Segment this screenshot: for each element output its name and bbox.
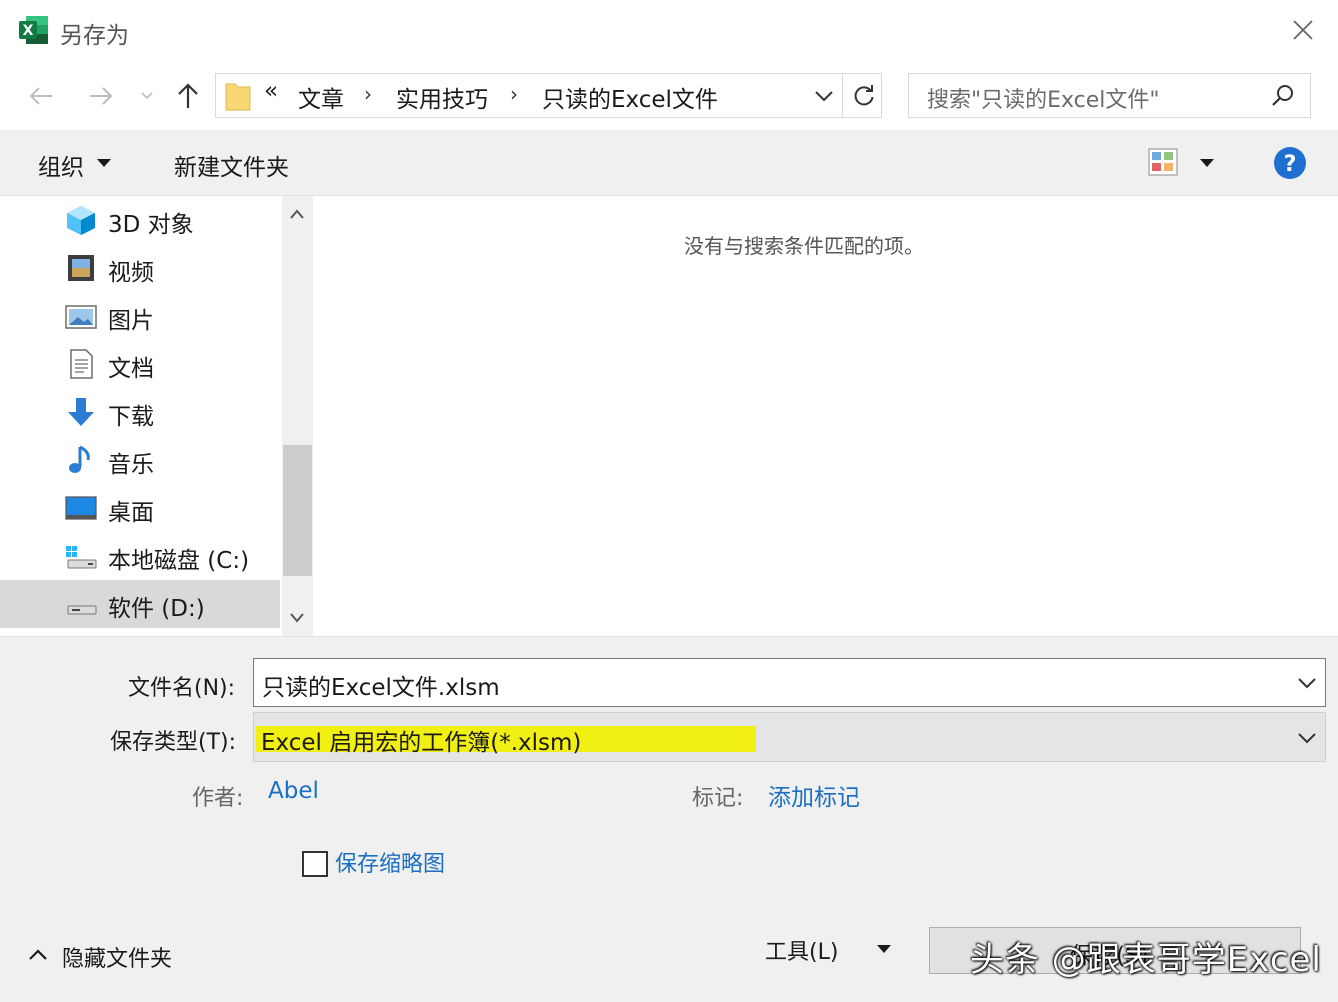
watermark-text: 头条 @跟表哥学Excel	[970, 940, 1322, 980]
nav-item-downloads[interactable]: 下载	[0, 388, 280, 436]
arrow-right-icon	[90, 87, 113, 105]
nav-item-label: 3D 对象	[108, 212, 194, 238]
nav-item-local-disk-c[interactable]: 本地磁盘 (C:)	[0, 532, 280, 580]
chevron-down-icon[interactable]	[1297, 731, 1317, 745]
save-thumbnail-label[interactable]: 保存缩略图	[335, 846, 445, 878]
tags-label: 标记:	[692, 786, 744, 811]
filetype-value: Excel 启用宏的工作簿(*.xlsm)	[261, 730, 582, 756]
chevron-down-icon	[141, 92, 153, 100]
filename-value: 只读的Excel文件.xlsm	[262, 675, 500, 701]
chevron-up-icon	[29, 949, 47, 960]
nav-item-documents[interactable]: 文档	[0, 340, 280, 388]
refresh-icon[interactable]	[852, 83, 876, 109]
chevron-down-icon[interactable]	[814, 89, 834, 103]
recent-locations-button[interactable]	[136, 84, 158, 108]
nav-item-videos[interactable]: 视频	[0, 244, 280, 292]
up-button[interactable]	[172, 78, 204, 114]
search-icon[interactable]	[1271, 84, 1295, 108]
scrollbar-thumb[interactable]	[283, 445, 312, 576]
filetype-label: 保存类型(T):	[110, 730, 237, 755]
window-title: 另存为	[60, 23, 129, 49]
title-bar	[0, 0, 1338, 62]
hide-folders-button[interactable]: 隐藏文件夹	[24, 936, 204, 976]
add-tags-link[interactable]: 添加标记	[768, 778, 860, 812]
search-placeholder: 搜索"只读的Excel文件"	[927, 88, 1160, 113]
svg-text:?: ?	[1284, 152, 1297, 177]
nav-item-label: 视频	[108, 260, 154, 286]
caret-down-icon	[877, 945, 891, 953]
view-options-icon[interactable]	[1148, 148, 1178, 176]
filename-field[interactable]: 只读的Excel文件.xlsm	[253, 658, 1326, 707]
breadcrumb-item[interactable]: 实用技巧	[396, 80, 488, 114]
excel-app-icon: X	[18, 14, 50, 46]
nav-item-drive-d[interactable]: 软件 (D:)	[0, 580, 280, 628]
documents-icon	[70, 349, 93, 379]
help-icon[interactable]: ?	[1273, 146, 1307, 180]
chevron-down-icon[interactable]	[289, 612, 305, 624]
3d-objects-icon	[67, 206, 95, 235]
nav-item-label: 图片	[108, 308, 154, 334]
nav-item-label: 本地磁盘 (C:)	[108, 548, 250, 574]
local-disk-icon	[66, 546, 97, 569]
save-thumbnail-checkbox[interactable]	[302, 851, 328, 877]
new-folder-button[interactable]: 新建文件夹	[174, 148, 289, 182]
nav-item-pictures[interactable]: 图片	[0, 292, 280, 340]
tools-label: 工具(L)	[765, 940, 839, 965]
caret-down-icon[interactable]	[1199, 158, 1215, 168]
organize-button[interactable]: 组织	[38, 148, 84, 182]
nav-item-desktop[interactable]: 桌面	[0, 484, 280, 532]
author-value[interactable]: Abel	[268, 778, 319, 804]
back-button[interactable]	[24, 80, 58, 112]
divider	[842, 74, 843, 117]
search-input[interactable]: 搜索"只读的Excel文件"	[908, 73, 1311, 118]
empty-results-message: 没有与搜索条件匹配的项。	[684, 234, 924, 258]
download-icon	[68, 398, 94, 426]
file-list-area[interactable]	[314, 196, 1338, 636]
svg-text:X: X	[23, 23, 34, 39]
drive-icon	[67, 605, 97, 615]
arrow-left-icon	[29, 87, 52, 105]
video-icon	[68, 255, 94, 281]
author-label: 作者:	[192, 786, 244, 811]
filename-label: 文件名(N):	[128, 676, 236, 701]
nav-item-label: 音乐	[108, 452, 154, 478]
breadcrumb-overflow[interactable]: «	[264, 78, 278, 104]
hide-folders-label: 隐藏文件夹	[62, 947, 173, 972]
close-button[interactable]	[1280, 10, 1326, 50]
close-icon	[1293, 20, 1313, 40]
chevron-down-icon[interactable]	[1297, 676, 1317, 690]
caret-down-icon[interactable]	[96, 158, 112, 168]
music-icon	[69, 445, 90, 473]
pictures-icon	[65, 305, 97, 329]
nav-item-label: 文档	[108, 356, 154, 382]
desktop-icon	[65, 496, 97, 520]
address-bar[interactable]: « 文章 › 实用技巧 › 只读的Excel文件	[215, 73, 882, 118]
arrow-up-icon	[178, 83, 198, 108]
tools-button[interactable]: 工具(L)	[755, 930, 915, 970]
navigation-pane: 3D 对象 视频 图片 文档 下载 音乐 桌面 本地磁盘 (C:) 软件 (D:…	[0, 196, 314, 636]
nav-item-3d-objects[interactable]: 3D 对象	[0, 196, 280, 244]
chevron-right-icon[interactable]: ›	[510, 82, 518, 106]
breadcrumb-item[interactable]: 只读的Excel文件	[542, 80, 718, 114]
nav-item-label: 下载	[108, 404, 154, 430]
chevron-up-icon[interactable]	[289, 208, 305, 220]
breadcrumb-item[interactable]: 文章	[298, 80, 344, 114]
nav-item-music[interactable]: 音乐	[0, 436, 280, 484]
folder-icon	[225, 83, 251, 111]
chevron-right-icon[interactable]: ›	[364, 82, 372, 106]
toolbar: 组织 新建文件夹 ?	[0, 130, 1338, 196]
nav-item-label: 桌面	[108, 500, 154, 526]
nav-item-label: 软件 (D:)	[108, 596, 205, 622]
forward-button[interactable]	[84, 80, 118, 112]
